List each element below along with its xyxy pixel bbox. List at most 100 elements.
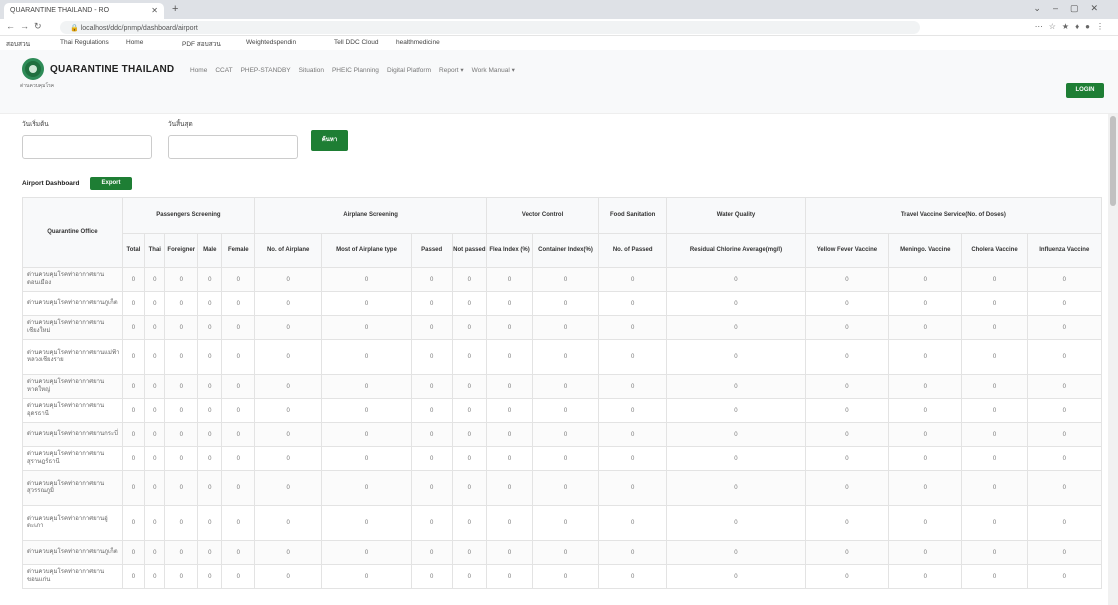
value-cell: 0 — [531, 398, 600, 423]
brand-title[interactable]: QUARANTINE THAILAND — [50, 64, 174, 75]
extension-icons[interactable]: ⋯☆★♦●⋮ — [1035, 22, 1110, 31]
close-icon[interactable]: ✕ — [151, 6, 158, 15]
value-cell: 0 — [888, 564, 963, 589]
value-cell: 0 — [486, 446, 533, 471]
column-header: Residual Chlorine Average(mg/l) — [666, 233, 806, 268]
value-cell: 0 — [804, 398, 890, 423]
menu-item[interactable]: CCAT — [215, 67, 232, 74]
value-cell: 0 — [197, 339, 223, 375]
scrollbar-thumb[interactable] — [1110, 116, 1116, 206]
bookmark-item[interactable]: PDF สอบสวน — [182, 39, 221, 49]
value-cell: 0 — [666, 267, 806, 292]
value-cell: 0 — [254, 470, 323, 506]
value-cell: 0 — [961, 422, 1028, 447]
bookmark-item[interactable]: สอบสวน — [6, 39, 30, 49]
value-cell: 0 — [804, 315, 890, 340]
value-cell: 0 — [888, 422, 963, 447]
table-row: ด่านควบคุมโรคท่าอากาศยานแม่ฟ้าหลวงเชียงร… — [22, 339, 1103, 375]
value-cell: 0 — [144, 267, 166, 292]
site-navbar: ด่านควบคุมโรค QUARANTINE THAILAND Home CC… — [0, 50, 1118, 114]
value-cell: 0 — [804, 291, 890, 316]
bookmark-item[interactable]: healthmedicine — [396, 39, 440, 46]
bookmark-item[interactable]: Thai Regulations — [60, 39, 109, 46]
office-name-cell: ด่านควบคุมโรคท่าอากาศยานอุดรธานี — [22, 398, 123, 423]
value-cell: 0 — [961, 267, 1028, 292]
export-button[interactable]: Export — [90, 177, 132, 190]
bookmark-item[interactable]: Weightedspendin — [246, 39, 296, 46]
new-tab-icon[interactable]: + — [172, 3, 178, 15]
value-cell: 0 — [321, 374, 412, 399]
column-header: Female — [221, 233, 256, 268]
value-cell: 0 — [888, 267, 963, 292]
back-icon[interactable]: ← — [6, 21, 15, 31]
menu-item[interactable]: Report ▾ — [439, 67, 464, 74]
value-cell: 0 — [486, 470, 533, 506]
table-row: ด่านควบคุมโรคท่าอากาศยานอุดรธานี 0 0 0 0 0 0 0 0… — [22, 398, 1103, 423]
bookmark-item[interactable]: Tell DDC Cloud — [334, 39, 378, 46]
value-cell: 0 — [254, 564, 323, 589]
office-name-cell: ด่านควบคุมโรคท่าอากาศยานภูเก็ต — [22, 540, 123, 565]
value-cell: 0 — [410, 291, 453, 316]
value-cell: 0 — [254, 446, 323, 471]
value-cell: 0 — [197, 564, 223, 589]
login-button[interactable]: LOGIN — [1066, 83, 1104, 98]
start-date-label: วันเริ่มต้น — [22, 121, 49, 128]
value-cell: 0 — [804, 267, 890, 292]
value-cell: 0 — [164, 315, 199, 340]
value-cell: 0 — [888, 291, 963, 316]
value-cell: 0 — [486, 540, 533, 565]
value-cell: 0 — [888, 398, 963, 423]
value-cell: 0 — [961, 291, 1028, 316]
value-cell: 0 — [221, 291, 256, 316]
reload-icon[interactable]: ↻ — [34, 21, 42, 32]
value-cell: 0 — [121, 374, 146, 399]
value-cell: 0 — [1026, 267, 1103, 292]
page-scrollbar[interactable] — [1108, 114, 1118, 605]
menu-item[interactable]: Digital Platform — [387, 67, 431, 74]
url-input[interactable]: 🔒 localhost/ddc/pnmp/dashboard/airport — [60, 21, 920, 34]
start-date-input[interactable] — [22, 135, 152, 159]
window-controls[interactable]: ⌄–▢✕ — [1033, 3, 1110, 14]
menu-item[interactable]: Situation — [299, 67, 324, 74]
forward-icon[interactable]: → — [20, 21, 29, 31]
value-cell: 0 — [804, 422, 890, 447]
value-cell: 0 — [254, 505, 323, 541]
column-header: Most of Airplane type — [321, 233, 412, 268]
value-cell: 0 — [666, 315, 806, 340]
browser-tab[interactable]: QUARANTINE THAILAND - RO ✕ — [4, 3, 164, 19]
value-cell: 0 — [486, 564, 533, 589]
value-cell: 0 — [961, 374, 1028, 399]
value-cell: 0 — [221, 470, 256, 506]
value-cell: 0 — [1026, 446, 1103, 471]
lock-icon: 🔒 — [70, 25, 81, 32]
value-cell: 0 — [321, 422, 412, 447]
menu-item[interactable]: Home — [190, 67, 207, 74]
value-cell: 0 — [321, 564, 412, 589]
value-cell: 0 — [1026, 315, 1103, 340]
value-cell: 0 — [804, 564, 890, 589]
quarantine-logo-icon[interactable] — [22, 58, 44, 80]
end-date-input[interactable] — [168, 135, 298, 159]
value-cell: 0 — [1026, 564, 1103, 589]
menu-item[interactable]: PHEIC Planning — [332, 67, 379, 74]
value-cell: 0 — [221, 315, 256, 340]
value-cell: 0 — [804, 540, 890, 565]
value-cell: 0 — [121, 505, 146, 541]
bookmark-item[interactable]: Home — [126, 39, 143, 46]
value-cell: 0 — [598, 540, 668, 565]
value-cell: 0 — [410, 374, 453, 399]
menu-item[interactable]: PHEP-STANDBY — [241, 67, 291, 74]
value-cell: 0 — [486, 315, 533, 340]
value-cell: 0 — [666, 470, 806, 506]
office-name-cell: ด่านควบคุมโรคท่าอากาศยานสุราษฎร์ธานี — [22, 446, 123, 471]
value-cell: 0 — [666, 398, 806, 423]
value-cell: 0 — [451, 339, 488, 375]
value-cell: 0 — [321, 398, 412, 423]
value-cell: 0 — [321, 315, 412, 340]
search-button[interactable]: ค้นหา — [311, 130, 348, 151]
value-cell: 0 — [598, 339, 668, 375]
column-header: Container Index(%) — [531, 233, 600, 268]
value-cell: 0 — [144, 315, 166, 340]
office-header: Quarantine Office — [22, 197, 123, 268]
menu-item[interactable]: Work Manual ▾ — [472, 67, 515, 74]
